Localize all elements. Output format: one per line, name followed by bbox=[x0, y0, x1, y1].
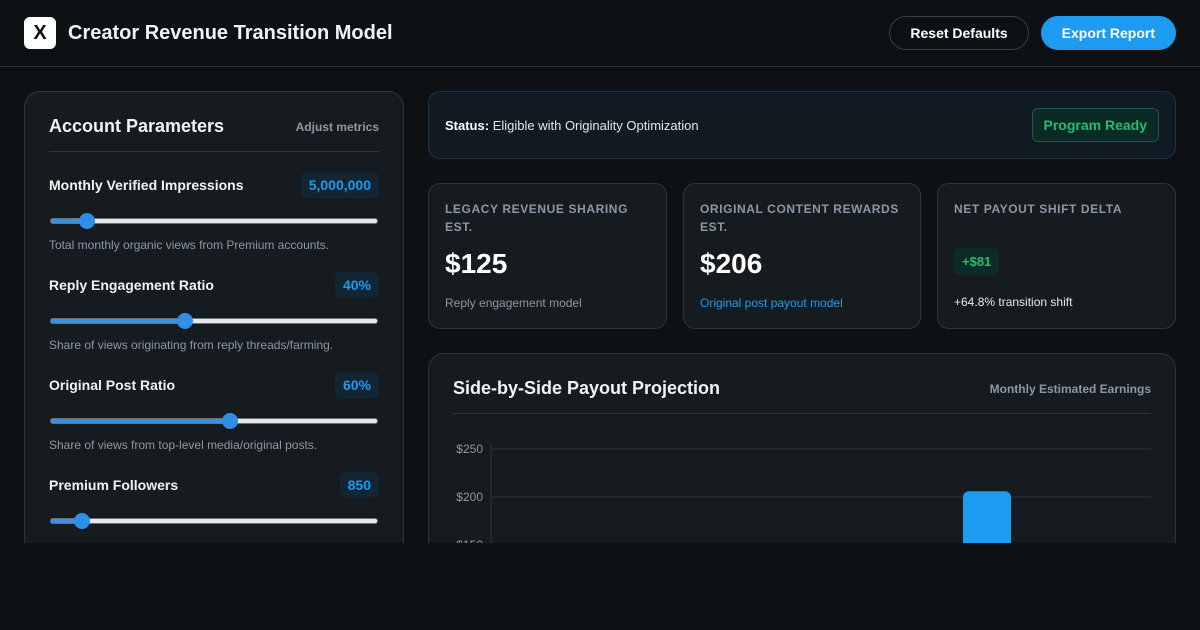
x-logo-icon: X bbox=[24, 17, 56, 49]
param-label: Original Post Ratio bbox=[49, 377, 176, 393]
card-note: +64.8% transition shift bbox=[954, 295, 1073, 309]
param-monthly-impressions: Monthly Verified Impressions 5,000,000 T… bbox=[49, 172, 379, 252]
param-label: Monthly Verified Impressions bbox=[49, 177, 244, 193]
payout-bar-chart: $250 $200 $150 bbox=[456, 442, 1151, 543]
card-label: Net Payout Shift Delta bbox=[954, 202, 1123, 216]
param-help: Total monthly organic views from Premium… bbox=[49, 238, 330, 252]
param-value: 850 bbox=[339, 472, 379, 498]
page-title: Creator Revenue Transition Model bbox=[68, 21, 393, 44]
net-payout-delta-card: Net Payout Shift Delta +$81 +64.8% trans… bbox=[937, 183, 1176, 329]
panel-header: Account Parameters Adjust metrics bbox=[49, 116, 379, 152]
premium-followers-slider[interactable] bbox=[50, 513, 378, 529]
status-badge: Program Ready bbox=[1031, 108, 1159, 142]
param-original-ratio: Original Post Ratio 60% Share of views f… bbox=[49, 372, 379, 452]
reset-defaults-button[interactable]: Reset Defaults bbox=[889, 16, 1029, 50]
reply-ratio-slider[interactable] bbox=[50, 313, 378, 329]
slider-thumb[interactable] bbox=[78, 213, 95, 229]
card-label: Legacy Revenue Sharing Est. bbox=[445, 202, 629, 234]
param-reply-ratio: Reply Engagement Ratio 40% Share of view… bbox=[49, 272, 379, 352]
param-label: Premium Followers bbox=[49, 477, 179, 493]
card-note: Original post payout model bbox=[700, 296, 843, 310]
impressions-slider[interactable] bbox=[50, 213, 378, 229]
param-value: 40% bbox=[334, 272, 379, 298]
card-value: $125 bbox=[445, 248, 508, 279]
panel-title: Account Parameters bbox=[49, 116, 225, 136]
brand: X Creator Revenue Transition Model bbox=[24, 17, 393, 49]
legacy-revenue-card: Legacy Revenue Sharing Est. $125 Reply e… bbox=[428, 183, 667, 329]
param-premium-followers: Premium Followers 850 bbox=[49, 472, 379, 529]
slider-fill bbox=[51, 419, 231, 423]
param-help: Share of views originating from reply th… bbox=[49, 338, 334, 352]
original-rewards-card: Original Content Rewards Est. $206 Origi… bbox=[683, 183, 921, 329]
payout-projection-chart-card: Side-by-Side Payout Projection Monthly E… bbox=[428, 353, 1176, 543]
app-header: X Creator Revenue Transition Model Reset… bbox=[0, 0, 1200, 67]
main-content: Account Parameters Adjust metrics Monthl… bbox=[0, 68, 1200, 543]
card-note: Reply engagement model bbox=[445, 296, 582, 310]
y-tick-label: $200 bbox=[456, 490, 483, 504]
card-label: Original Content Rewards Est. bbox=[700, 202, 899, 234]
slider-fill bbox=[51, 319, 185, 323]
param-value: 5,000,000 bbox=[300, 172, 379, 198]
param-value: 60% bbox=[334, 372, 379, 398]
status-key: Status: bbox=[445, 117, 490, 133]
status-text: Status: Eligible with Originality Optimi… bbox=[445, 118, 699, 133]
y-tick-label: $250 bbox=[456, 442, 483, 456]
slider-thumb[interactable] bbox=[73, 513, 90, 529]
export-report-button[interactable]: Export Report bbox=[1040, 16, 1176, 50]
chart-bar[interactable] bbox=[963, 491, 1011, 543]
delta-badge: +$81 bbox=[954, 248, 1000, 275]
original-ratio-slider[interactable] bbox=[50, 413, 378, 429]
status-banner: Status: Eligible with Originality Optimi… bbox=[428, 91, 1176, 159]
card-value: $206 bbox=[700, 248, 763, 279]
header-actions: Reset Defaults Export Report bbox=[889, 16, 1176, 50]
status-value: Eligible with Originality Optimization bbox=[492, 117, 699, 133]
param-help: Share of views from top-level media/orig… bbox=[49, 438, 318, 452]
account-parameters-panel: Account Parameters Adjust metrics Monthl… bbox=[24, 91, 404, 543]
y-tick-label: $150 bbox=[456, 538, 483, 543]
slider-thumb[interactable] bbox=[222, 413, 239, 429]
slider-thumb[interactable] bbox=[176, 313, 193, 329]
panel-subtitle: Adjust metrics bbox=[295, 119, 379, 134]
param-label: Reply Engagement Ratio bbox=[49, 277, 214, 293]
